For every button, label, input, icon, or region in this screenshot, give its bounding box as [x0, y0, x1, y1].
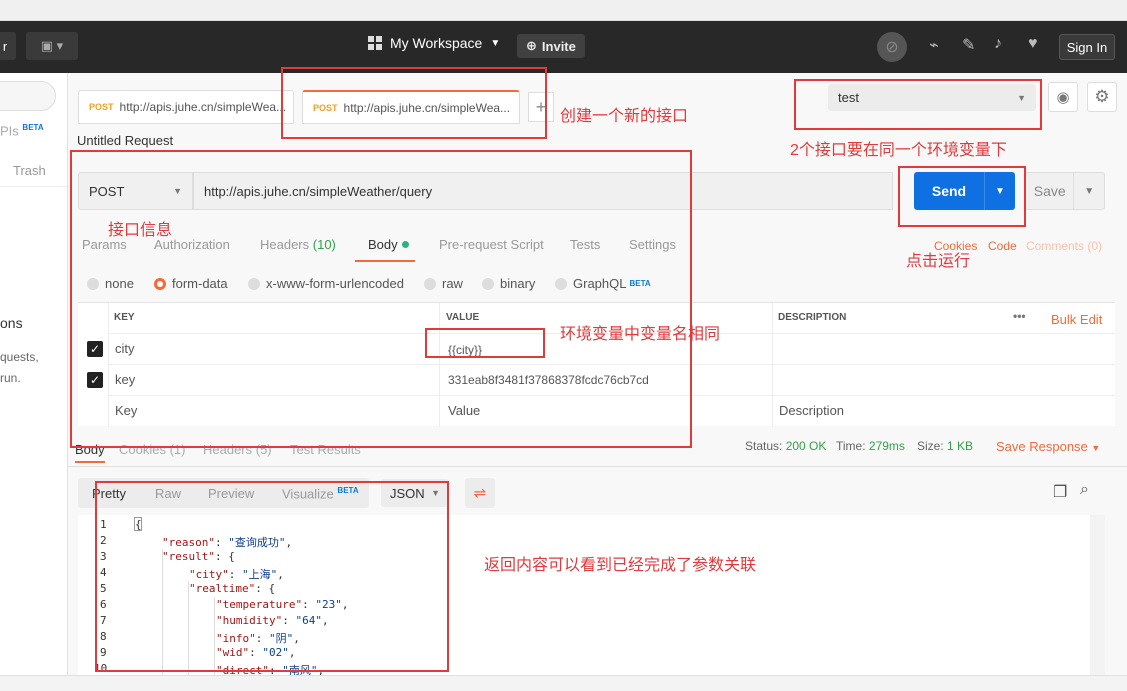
- grid-icon: [368, 36, 382, 50]
- sidebar-divider: [0, 186, 67, 187]
- annotation-box-new-api: [281, 67, 547, 139]
- gear-icon[interactable]: ⚙: [1087, 82, 1117, 112]
- annotation-box-environment: [794, 79, 1042, 130]
- size-value: 1 KB: [947, 439, 974, 453]
- copy-icon[interactable]: ❐: [1053, 482, 1067, 502]
- sidebar-apis-label: PIs: [0, 123, 19, 139]
- tab-method: POST: [89, 102, 114, 112]
- annotation-same-env: 2个接口要在同一个环境变量下: [790, 142, 1007, 159]
- workspace-switcher[interactable]: My Workspace ▼: [368, 35, 500, 51]
- status-value: 200 OK: [785, 439, 827, 453]
- annotation-response-note: 返回内容可以看到已经完成了参数关联: [484, 557, 757, 574]
- workspace-name: My Workspace: [390, 35, 483, 51]
- save-options-icon[interactable]: ▼: [1073, 173, 1104, 209]
- annotation-box-response: [95, 481, 449, 672]
- tab-label: http://apis.juhe.cn/simpleWea...: [119, 100, 287, 114]
- sidebar-text-2: run.: [0, 371, 21, 385]
- caret-down-icon: ▼: [1091, 443, 1101, 453]
- sidebar: PIs BETA Trash ons quests, run.: [0, 73, 68, 691]
- add-user-icon: ⊕: [526, 38, 537, 53]
- new-window-icon: ▣ ▾: [40, 38, 64, 53]
- column-divider: [772, 303, 773, 427]
- sign-in-button[interactable]: Sign In: [1059, 34, 1115, 60]
- sidebar-section-title: ons: [0, 315, 23, 331]
- heart-icon[interactable]: ♥: [1028, 35, 1038, 53]
- save-button[interactable]: Save ▼: [1025, 172, 1105, 210]
- save-label: Save: [1033, 183, 1066, 199]
- size-label: Size:: [917, 439, 944, 453]
- import-button[interactable]: r: [0, 32, 16, 60]
- eye-icon[interactable]: ◉: [1048, 82, 1078, 112]
- invite-button[interactable]: ⊕ Invite: [517, 34, 585, 58]
- wrench-icon[interactable]: ✎: [962, 35, 975, 55]
- active-tab-underline: [75, 461, 105, 463]
- annotation-same-var: 环境变量中变量名相同: [560, 326, 721, 343]
- window-top-strip: [0, 0, 1127, 21]
- status-readout: Status: 200 OK: [745, 439, 826, 453]
- sidebar-trash[interactable]: Trash: [13, 163, 46, 178]
- more-options-icon[interactable]: •••: [1013, 309, 1026, 323]
- annotation-click-run: 点击运行: [906, 253, 971, 270]
- annotation-api-info: 接口信息: [108, 222, 173, 239]
- request-tab-1[interactable]: POST http://apis.juhe.cn/simpleWea...: [78, 90, 294, 124]
- caret-down-icon: ▼: [490, 37, 501, 49]
- invite-label: Invite: [541, 38, 576, 54]
- sidebar-tab-apis[interactable]: PIs BETA: [0, 123, 44, 138]
- status-bar: [0, 675, 1127, 691]
- annotation-box-variable: [425, 328, 545, 358]
- save-response-button[interactable]: Save Response ▼: [996, 439, 1100, 454]
- annotation-box-send: [898, 166, 1026, 227]
- code-scrollbar[interactable]: [1090, 515, 1105, 675]
- beta-badge: BETA: [22, 123, 44, 132]
- wrap-lines-icon[interactable]: ⇌: [465, 478, 495, 508]
- column-header-description: DESCRIPTION: [778, 312, 847, 323]
- size-readout: Size: 1 KB: [917, 439, 973, 453]
- time-readout: Time: 279ms: [836, 439, 905, 453]
- save-response-label: Save Response: [996, 439, 1088, 454]
- time-value: 279ms: [868, 439, 905, 453]
- response-divider: [68, 466, 1127, 467]
- annotation-box-api-info: [70, 150, 692, 448]
- comments-link[interactable]: Comments (0): [1026, 239, 1102, 253]
- annotation-new-api: 创建一个新的接口: [560, 108, 689, 125]
- bell-icon[interactable]: ♪: [994, 35, 1002, 53]
- time-label: Time:: [836, 439, 866, 453]
- app-header: r ▣ ▾ My Workspace ▼ ⊕ Invite ⊘ ⌁ ✎ ♪ ♥ …: [0, 21, 1127, 73]
- search-icon[interactable]: ⌕: [1080, 481, 1089, 499]
- sidebar-search-input[interactable]: [0, 81, 56, 111]
- status-label: Status:: [745, 439, 783, 453]
- new-window-button[interactable]: ▣ ▾: [26, 32, 78, 60]
- new-description-input[interactable]: Description: [779, 403, 844, 418]
- request-title: Untitled Request: [77, 133, 174, 148]
- sidebar-text-1: quests,: [0, 350, 39, 364]
- satellite-icon[interactable]: ⌁: [929, 35, 939, 55]
- code-link[interactable]: Code: [988, 239, 1017, 253]
- sync-off-icon[interactable]: ⊘: [877, 32, 907, 62]
- bulk-edit-link[interactable]: Bulk Edit: [1051, 312, 1102, 327]
